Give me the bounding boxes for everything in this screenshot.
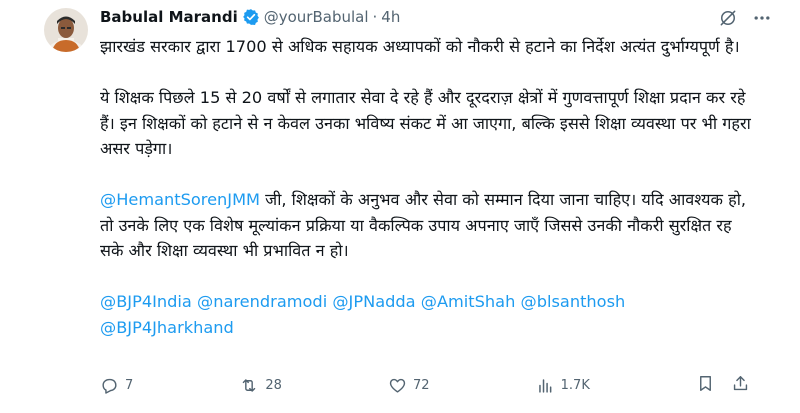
timestamp[interactable]: 4h [381, 8, 400, 26]
separator-dot: · [372, 8, 378, 26]
mention-link[interactable]: @blsanthosh [521, 292, 626, 311]
views-button[interactable]: 1.7K [536, 376, 590, 395]
header-actions [718, 8, 772, 32]
avatar[interactable] [44, 8, 88, 52]
views-icon [538, 378, 552, 393]
like-count: 72 [413, 377, 430, 393]
repost-icon [243, 378, 256, 392]
tweet: Babulal Marandi @yourBabulal · 4h झारखंड… [0, 0, 800, 413]
like-icon [389, 378, 406, 393]
handle[interactable]: @yourBabulal [264, 8, 369, 26]
display-name[interactable]: Babulal Marandi [100, 8, 238, 26]
tweet-paragraph-3: @HemantSorenJMM जी, शिक्षकों के अनुभव और… [100, 187, 760, 264]
mention-link[interactable]: @HemantSorenJMM [100, 190, 260, 209]
views-count: 1.7K [560, 377, 590, 393]
reply-count: 7 [125, 377, 134, 393]
bookmark-icon[interactable] [696, 374, 715, 397]
tweet-paragraph-2: ये शिक्षक पिछले 15 से 20 वर्षों से लगाता… [100, 88, 751, 158]
repost-button[interactable]: 28 [239, 376, 282, 395]
mention-link[interactable]: @BJP4Jharkhand [100, 318, 234, 337]
secondary-actions [696, 374, 750, 397]
reply-button[interactable]: 7 [100, 376, 133, 395]
mention-link[interactable]: @BJP4India [100, 292, 192, 311]
verified-badge-icon[interactable] [242, 8, 260, 26]
mentions-paragraph: @BJP4India @narendramodi @JPNadda @AmitS… [100, 289, 760, 340]
action-bar: 7 28 72 1.7K [100, 374, 750, 396]
repost-count: 28 [265, 377, 282, 393]
tweet-header: Babulal Marandi @yourBabulal · 4h [100, 6, 400, 28]
mention-link[interactable]: @JPNadda [332, 292, 415, 311]
reply-icon [102, 378, 117, 394]
mention-link[interactable]: @narendramodi [197, 292, 327, 311]
tweet-text: झारखंड सरकार द्वारा 1700 से अधिक सहायक अ… [100, 34, 760, 340]
share-icon[interactable] [731, 374, 750, 397]
tweet-paragraph-1: झारखंड सरकार द्वारा 1700 से अधिक सहायक अ… [100, 37, 740, 56]
grok-icon[interactable] [718, 8, 738, 32]
more-icon[interactable] [752, 8, 772, 32]
mention-link[interactable]: @AmitShah [421, 292, 516, 311]
like-button[interactable]: 72 [388, 376, 430, 395]
